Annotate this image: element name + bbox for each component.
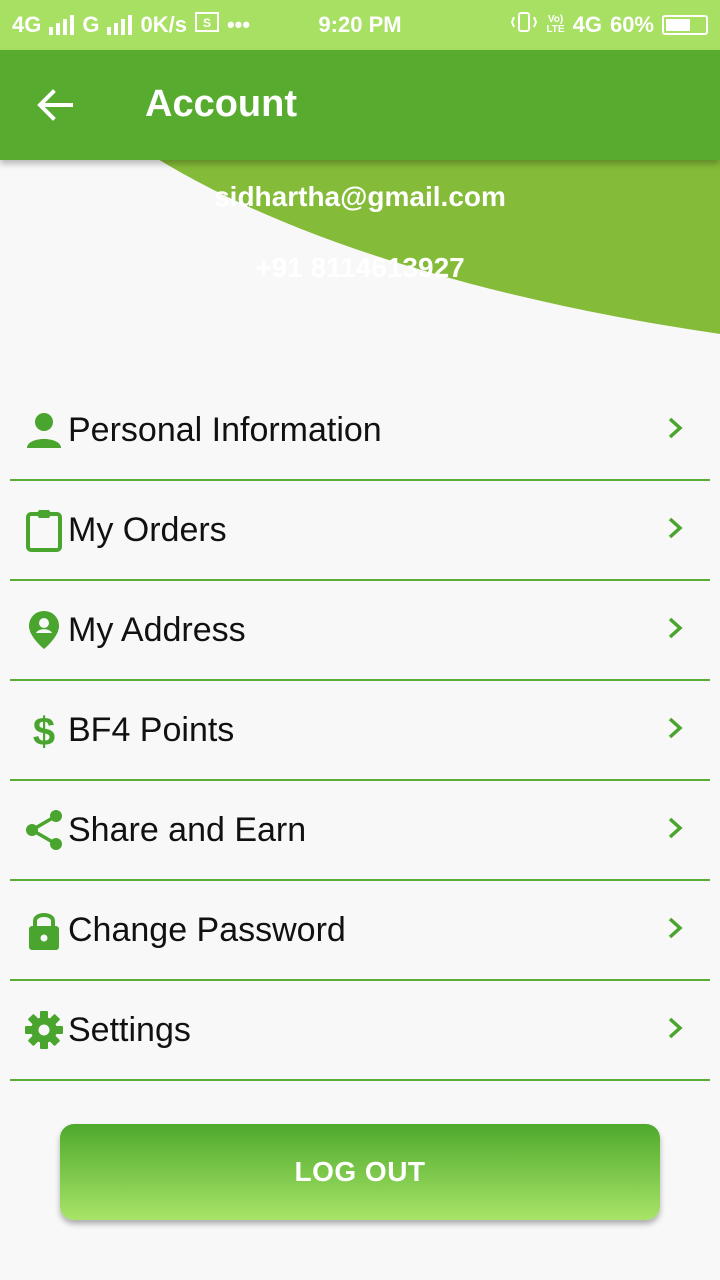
profile-email: sidhartha@gmail.com bbox=[214, 181, 506, 212]
status-left: 4G G 0K/s S ••• bbox=[12, 11, 250, 39]
menu-item-change-password[interactable]: Change Password bbox=[10, 881, 710, 981]
page-title: Account bbox=[145, 83, 297, 125]
svg-text:$: $ bbox=[33, 710, 55, 751]
chevron-right-icon bbox=[660, 911, 690, 945]
menu-item-personal-information[interactable]: Personal Information bbox=[10, 381, 710, 481]
menu-item-label: My Orders bbox=[68, 510, 227, 549]
logout-button[interactable]: LOG OUT bbox=[60, 1124, 660, 1220]
chevron-right-icon bbox=[660, 611, 690, 645]
screenshot-icon: S bbox=[194, 11, 219, 39]
vibrate-icon bbox=[510, 11, 538, 39]
menu-item-bf4-points[interactable]: $ BF4 Points bbox=[10, 681, 710, 781]
menu-item-label: My Address bbox=[68, 610, 246, 649]
person-icon bbox=[22, 408, 66, 452]
menu-item-label: Settings bbox=[68, 1010, 191, 1049]
network-type-label-2: G bbox=[82, 12, 100, 37]
volte-icon: Vo) LTE bbox=[546, 14, 565, 35]
network-speed: 0K/s bbox=[140, 12, 187, 37]
chevron-right-icon bbox=[660, 411, 690, 445]
dollar-icon: $ bbox=[22, 708, 66, 752]
menu-item-my-orders[interactable]: My Orders bbox=[10, 481, 710, 581]
more-notifications-icon: ••• bbox=[226, 12, 251, 37]
gear-icon bbox=[22, 1008, 66, 1052]
battery-percent: 60% bbox=[609, 12, 654, 37]
location-pin-icon bbox=[22, 608, 66, 652]
account-menu: Personal Information My Orders My Addres… bbox=[10, 381, 710, 1081]
battery-icon bbox=[662, 15, 708, 35]
network-type-label: 4G bbox=[12, 12, 42, 37]
chevron-right-icon bbox=[660, 511, 690, 545]
chevron-right-icon bbox=[660, 711, 690, 745]
lock-icon bbox=[22, 908, 66, 952]
menu-item-label: Personal Information bbox=[68, 410, 382, 449]
status-right: Vo) LTE 4G 60% bbox=[510, 11, 708, 39]
menu-item-label: Change Password bbox=[68, 910, 346, 949]
signal-icon-2 bbox=[107, 15, 133, 35]
svg-text:S: S bbox=[203, 16, 211, 30]
chevron-right-icon bbox=[660, 811, 690, 845]
menu-item-settings[interactable]: Settings bbox=[10, 981, 710, 1081]
clipboard-icon bbox=[22, 508, 66, 552]
back-arrow-icon[interactable] bbox=[30, 80, 80, 130]
signal-icon bbox=[49, 15, 75, 35]
menu-item-my-address[interactable]: My Address bbox=[10, 581, 710, 681]
network-type-label-3: 4G bbox=[572, 12, 602, 37]
share-icon bbox=[22, 808, 66, 852]
profile-phone: +91 8114613927 bbox=[255, 252, 465, 283]
menu-item-label: BF4 Points bbox=[68, 710, 235, 749]
menu-item-share-and-earn[interactable]: Share and Earn bbox=[10, 781, 710, 881]
app-bar: Account bbox=[0, 50, 720, 160]
chevron-right-icon bbox=[660, 1011, 690, 1045]
status-bar: 4G G 0K/s S ••• 9:20 PM Vo) LTE 4G 60% bbox=[0, 0, 720, 50]
menu-item-label: Share and Earn bbox=[68, 810, 307, 849]
